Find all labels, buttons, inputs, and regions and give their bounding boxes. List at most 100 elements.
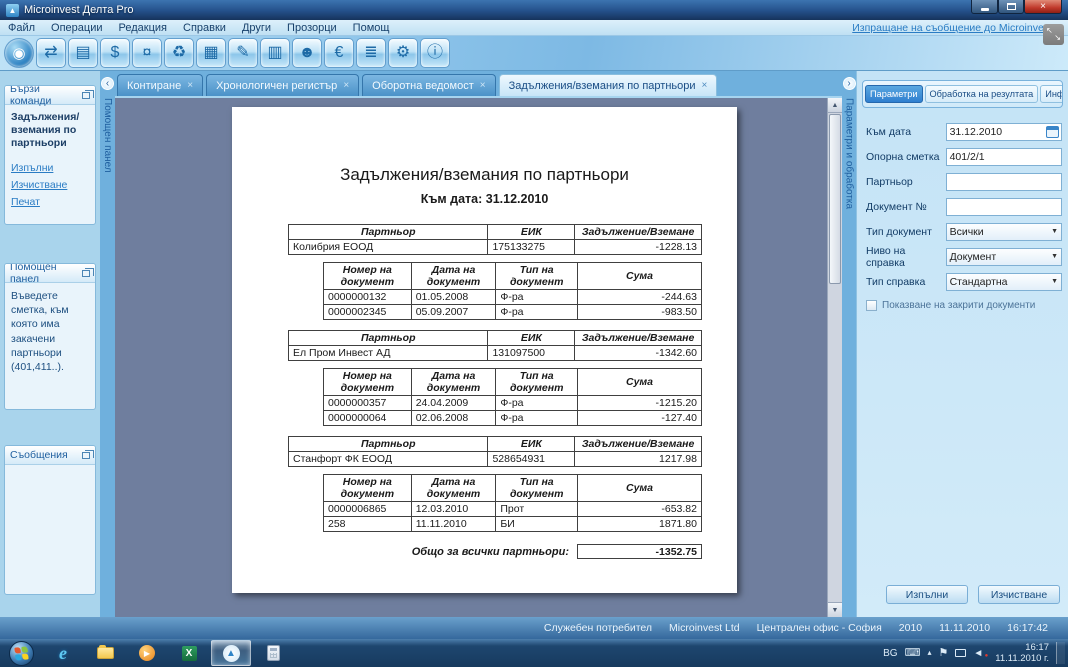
hidden-icons-button[interactable]: ▴	[927, 649, 931, 657]
power-icon: ◉	[12, 46, 25, 61]
partner-row: Ел Пром Инвест АД131097500-1342.60	[289, 346, 702, 361]
status-item-2: Централен офис - София	[757, 622, 882, 634]
partner-column-header: Партньор	[289, 331, 488, 346]
document-column-header: Сума	[578, 475, 702, 502]
volume-muted-icon[interactable]: ◄	[973, 648, 983, 659]
taskbar-clock[interactable]: 16:17 11.11.2010 г.	[995, 642, 1049, 665]
info-button[interactable]: ⓘ	[420, 38, 450, 68]
param-input-2[interactable]	[946, 173, 1062, 191]
window-title: Microinvest Делта Pro	[24, 4, 134, 16]
taskbar: e ▶X▲ BG ⌨ ▴ ⚑ ◄ 16:17 11.11.2010 г.	[0, 639, 1068, 667]
quick-link-1[interactable]: Изчистване	[11, 179, 89, 191]
undock-icon[interactable]	[82, 92, 90, 99]
statusbar: Служебен потребителMicroinvest LtdЦентра…	[0, 617, 1068, 639]
tab-close-icon[interactable]: ×	[187, 80, 193, 91]
param-select-6[interactable]: Стандартна▼	[946, 273, 1062, 291]
currency-button[interactable]: €	[324, 38, 354, 68]
money-button[interactable]: ¤	[132, 38, 162, 68]
taskbar-calculator[interactable]	[253, 640, 293, 666]
partner-name: Станфорт ФК ЕООД	[289, 452, 488, 467]
quick-commands-header: Бързи команди	[5, 86, 95, 105]
help-panel-header: Помощен панел	[5, 264, 95, 283]
tab-close-icon[interactable]: ×	[702, 80, 708, 91]
param-row-5: Ниво на справкаДокумент▼	[866, 247, 1062, 266]
menu-item-0[interactable]: Файл	[8, 22, 35, 34]
documents-button[interactable]: ▤	[68, 38, 98, 68]
tab-1[interactable]: Хронологичен регистър×	[206, 74, 359, 96]
partner-column-header: ЕИК	[488, 225, 575, 240]
list-button[interactable]: ≣	[356, 38, 386, 68]
report-title: Задължения/вземания по партньори	[232, 165, 737, 185]
action-center-flag-icon[interactable]: ⚑	[938, 648, 948, 659]
operations-button[interactable]: ⇄	[36, 38, 66, 68]
params-tab-2[interactable]: Информация	[1040, 85, 1063, 103]
scroll-up-button[interactable]: ▲	[828, 98, 842, 113]
accounts-button[interactable]: $	[100, 38, 130, 68]
settings-button[interactable]: ⚙	[388, 38, 418, 68]
scrollbar-thumb[interactable]	[829, 114, 841, 284]
tab-3[interactable]: Задължения/вземания по партньори×	[499, 74, 718, 96]
menu-item-1[interactable]: Операции	[51, 22, 102, 34]
quick-link-0[interactable]: Изпълни	[11, 162, 89, 174]
param-select-4[interactable]: Всички▼	[946, 223, 1062, 241]
document-column-header: Тип на документ	[496, 475, 578, 502]
param-row-4: Тип документВсички▼	[866, 222, 1062, 241]
scroll-down-button[interactable]: ▼	[828, 602, 842, 617]
quick-link-2[interactable]: Печат	[11, 196, 89, 208]
archive-button[interactable]: ▥	[260, 38, 290, 68]
taskbar-microinvest[interactable]: ▲	[211, 640, 251, 666]
status-item-3: 2010	[899, 622, 922, 634]
analysis-button[interactable]: ♻	[164, 38, 194, 68]
tab-close-icon[interactable]: ×	[480, 80, 486, 91]
language-indicator[interactable]: BG	[883, 648, 897, 659]
calendar-icon[interactable]	[1046, 126, 1059, 138]
param-row-6: Тип справкаСтандартна▼	[866, 272, 1062, 291]
collapse-left-button[interactable]: ‹	[101, 77, 114, 90]
close-button[interactable]: ×	[1024, 0, 1062, 14]
execute-button[interactable]: Изпълни	[886, 585, 968, 604]
params-tab-0[interactable]: Параметри	[865, 85, 923, 103]
maximize-button[interactable]	[998, 0, 1024, 14]
edit-document-button[interactable]: ✎	[228, 38, 258, 68]
minimize-button[interactable]	[971, 0, 998, 14]
partner-header-row: ПартньорЕИКЗадължение/Вземане	[289, 331, 702, 346]
closed-documents-checkrow: Показване на закрити документи	[866, 300, 1062, 311]
network-icon[interactable]	[955, 649, 966, 657]
clear-button[interactable]: Изчистване	[978, 585, 1060, 604]
keyboard-icon[interactable]: ⌨	[905, 648, 921, 659]
menu-item-3[interactable]: Справки	[183, 22, 226, 34]
menu-item-5[interactable]: Прозорци	[287, 22, 337, 34]
power-button[interactable]: ◉	[4, 38, 34, 68]
send-message-link[interactable]: Изпращане на съобщение до Microinvest	[852, 22, 1060, 34]
param-input-3[interactable]	[946, 198, 1062, 216]
taskbar-internet-explorer[interactable]: e	[43, 640, 83, 666]
collapse-right-button[interactable]: ›	[843, 77, 856, 90]
fullscreen-overlay-icon[interactable]: ↖ ↘	[1043, 24, 1064, 45]
tab-0[interactable]: Контиране×	[117, 74, 203, 96]
start-button[interactable]	[1, 640, 41, 666]
param-input-0[interactable]: 31.12.2010	[946, 123, 1062, 141]
user-button[interactable]: ☻	[292, 38, 322, 68]
document-cell: -127.40	[578, 411, 702, 426]
undock-icon[interactable]	[82, 270, 90, 277]
main-area: Бързи команди Задължения/вземания по пар…	[0, 71, 1068, 617]
status-item-1: Microinvest Ltd	[669, 622, 740, 634]
calculation-table-button[interactable]: ▦	[196, 38, 226, 68]
taskbar-explorer[interactable]	[85, 640, 125, 666]
undock-icon[interactable]	[82, 452, 90, 459]
param-input-1[interactable]: 401/2/1	[946, 148, 1062, 166]
vertical-scrollbar[interactable]: ▲ ▼	[827, 98, 842, 617]
partner-eik: 528654931	[488, 452, 575, 467]
taskbar-calculator-icon	[267, 645, 280, 661]
tab-2[interactable]: Оборотна ведомост×	[362, 74, 495, 96]
taskbar-excel[interactable]: X	[169, 640, 209, 666]
menu-item-6[interactable]: Помощ	[353, 22, 390, 34]
menu-item-2[interactable]: Редакция	[119, 22, 167, 34]
menu-item-4[interactable]: Други	[242, 22, 271, 34]
closed-documents-checkbox[interactable]	[866, 300, 877, 311]
param-select-5[interactable]: Документ▼	[946, 248, 1062, 266]
params-tab-1[interactable]: Обработка на резултата	[925, 85, 1039, 103]
taskbar-media-player[interactable]: ▶	[127, 640, 167, 666]
show-desktop-button[interactable]	[1056, 642, 1065, 665]
tab-close-icon[interactable]: ×	[343, 80, 349, 91]
